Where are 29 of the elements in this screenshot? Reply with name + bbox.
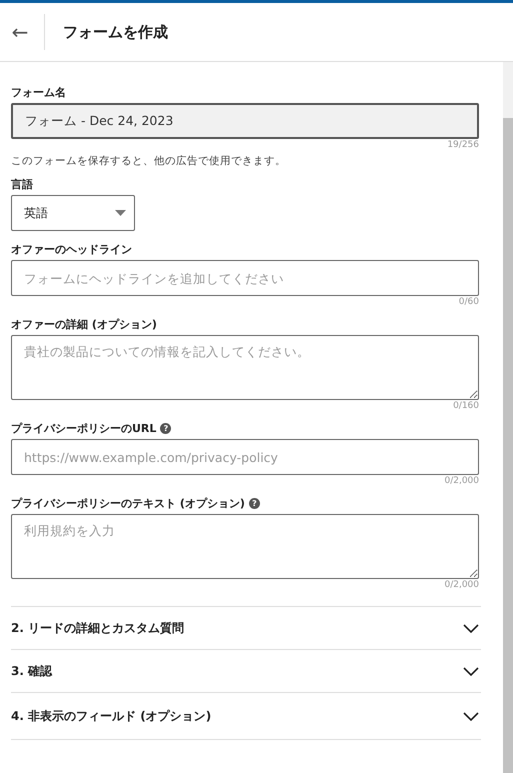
section-title: 3. 確認 [11, 662, 52, 680]
language-dropdown[interactable]: 英語 [11, 195, 135, 231]
accordion-section[interactable]: 2. リードの詳細とカスタム質問 [11, 606, 481, 649]
helper-text: このフォームを保存すると、他の広告で使用できます。 [11, 154, 287, 168]
help-icon[interactable]: ? [248, 498, 260, 508]
field-label: オファーの詳細 (オプション) [11, 316, 157, 332]
field-label: フォーム名 [11, 84, 66, 100]
input-field[interactable]: フォームにヘッドラインを追加してください [11, 260, 479, 296]
scrollbar[interactable] [503, 62, 513, 773]
character-counter: 0/160 [453, 401, 479, 411]
section-title: 4. 非表示のフィールド (オプション) [11, 708, 212, 724]
caret-icon [115, 210, 126, 216]
accordion-section[interactable]: 3. 確認 [11, 649, 481, 692]
character-counter: 0/2,000 [444, 580, 479, 590]
accordion-section[interactable]: 4. 非表示のフィールド (オプション) [11, 692, 481, 740]
help-icon[interactable]: ? [160, 422, 172, 434]
field-label: プライバシーポリシーのテキスト (オプション) [11, 496, 245, 510]
input-field[interactable]: https://www.example.com/privacy-policy [11, 439, 479, 475]
field-label: オファーのヘッドライン [11, 242, 132, 256]
field-label: 言語 [11, 176, 33, 192]
field-label: プライバシーポリシーのURL [11, 420, 156, 436]
back-button[interactable]: ← [8, 20, 32, 44]
page-title: フォームを作成 [63, 22, 168, 42]
character-counter: 0/2,000 [444, 476, 479, 486]
text-area[interactable]: 利用規約を入力 [11, 514, 479, 579]
character-counter: 19/256 [447, 140, 479, 150]
section-title: 2. リードの詳細とカスタム質問 [11, 620, 184, 636]
text-area[interactable]: 貴社の製品についての情報を記入してください。 [11, 335, 479, 400]
character-counter: 0/60 [458, 297, 479, 307]
